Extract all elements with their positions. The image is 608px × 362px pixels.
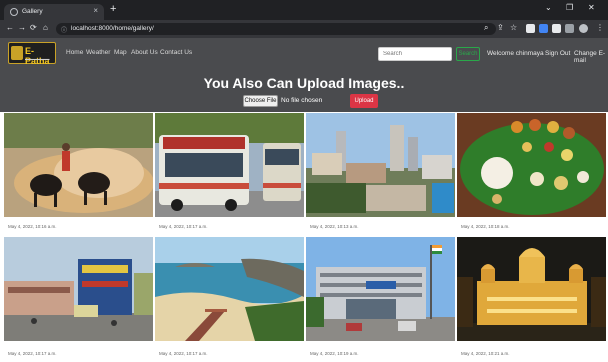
reload-icon[interactable]: ⟳ <box>30 23 37 32</box>
gallery-card[interactable]: May 4, 2022, 10:19 a.m. <box>306 237 455 362</box>
info-icon: ⓘ <box>61 28 68 34</box>
url-field[interactable]: ⓘ localhost:8000/home/gallery/ <box>56 23 496 35</box>
photo-city-skyline[interactable] <box>306 113 455 217</box>
share-icon[interactable]: ⇪ <box>497 23 504 32</box>
tab-close-icon[interactable]: × <box>93 6 98 15</box>
upload-section: You Also Can Upload Images.. Choose File… <box>0 68 608 112</box>
url-text: localhost:8000/home/gallery/ <box>71 25 154 32</box>
photo-bull-race[interactable] <box>4 113 153 217</box>
upload-heading: You Also Can Upload Images.. <box>203 75 405 91</box>
site-navbar: E-Patha ▬▬▬▬▬▬▬ Home Weather Map About U… <box>0 38 608 68</box>
choose-file-button[interactable]: Choose File <box>243 95 278 107</box>
photo-beach-coast[interactable] <box>155 237 304 341</box>
minimize-icon[interactable]: ⌄ <box>545 3 552 12</box>
bookmark-star-icon[interactable]: ☆ <box>510 23 517 32</box>
logo-tagline-mark: ▬▬▬▬▬▬▬ <box>25 57 50 61</box>
logo-icon <box>11 46 23 60</box>
tab-title: Gallery <box>22 8 43 15</box>
nav-link-about[interactable]: About Us <box>131 49 158 56</box>
back-icon[interactable]: ← <box>6 23 14 32</box>
gallery-card[interactable]: May 4, 2022, 10:17 a.m. <box>155 113 304 234</box>
change-email-link[interactable]: Change E-mail <box>574 50 608 64</box>
menu-kebab-icon[interactable]: ⋮ <box>596 23 604 32</box>
extension-icon[interactable] <box>565 24 574 33</box>
nav-link-contact[interactable]: Contact Us <box>160 49 192 56</box>
photo-caption: May 4, 2022, 10:17 a.m. <box>159 224 208 229</box>
gallery-card[interactable]: May 4, 2022, 10:13 a.m. <box>306 113 455 234</box>
gallery-card[interactable]: May 4, 2022, 10:17 a.m. <box>155 237 304 362</box>
photo-palace-night[interactable] <box>457 237 606 341</box>
extension-icon[interactable] <box>552 24 561 33</box>
photo-caption: May 4, 2022, 10:13 a.m. <box>310 224 359 229</box>
photo-caption: May 4, 2022, 10:17 a.m. <box>159 351 208 356</box>
browser-tab[interactable]: Gallery × <box>4 4 104 20</box>
photo-market-street[interactable] <box>4 237 153 341</box>
address-bar: ← → ⟳ ⌂ ⓘ localhost:8000/home/gallery/ ⌕… <box>0 20 608 38</box>
search-button[interactable]: Search <box>456 47 480 61</box>
photo-caption: May 4, 2022, 10:19 a.m. <box>310 351 359 356</box>
nav-link-home[interactable]: Home <box>66 49 83 56</box>
photo-caption: May 4, 2022, 10:21 a.m. <box>461 351 510 356</box>
nav-link-map[interactable]: Map <box>114 49 127 56</box>
upload-button[interactable]: Upload <box>350 94 378 108</box>
brand-logo[interactable]: E-Patha ▬▬▬▬▬▬▬ <box>8 42 56 66</box>
photo-caption: May 4, 2022, 10:18 a.m. <box>461 224 510 229</box>
no-file-label: No file chosen <box>281 97 323 104</box>
forward-icon[interactable]: → <box>18 23 26 32</box>
nav-link-weather[interactable]: Weather <box>86 49 110 56</box>
new-tab-button[interactable]: + <box>110 3 116 15</box>
extension-icon[interactable] <box>526 24 535 33</box>
globe-icon <box>10 8 18 16</box>
search-input[interactable] <box>378 47 452 61</box>
browser-tab-bar: Gallery × + ⌄ ❐ ✕ <box>0 0 608 20</box>
welcome-user: Welcome chinmaya <box>487 50 544 57</box>
gallery-card[interactable]: May 4, 2022, 10:16 a.m. <box>4 113 153 234</box>
gallery-card[interactable]: May 4, 2022, 10:21 a.m. <box>457 237 606 362</box>
brand-name: E-Patha <box>25 46 50 66</box>
photo-caption: May 4, 2022, 10:17 a.m. <box>8 351 57 356</box>
photo-banana-leaf-meal[interactable] <box>457 113 606 217</box>
photo-caption: May 4, 2022, 10:16 a.m. <box>8 224 57 229</box>
profile-avatar-icon[interactable] <box>579 24 588 33</box>
window-close-icon[interactable]: ✕ <box>588 3 595 12</box>
zoom-icon[interactable]: ⌕ <box>484 23 488 33</box>
extension-icon[interactable] <box>539 24 548 33</box>
restore-icon[interactable]: ❐ <box>566 3 573 12</box>
home-icon[interactable]: ⌂ <box>43 23 48 32</box>
photo-railway-station[interactable] <box>306 237 455 341</box>
gallery-card[interactable]: May 4, 2022, 10:17 a.m. <box>4 237 153 362</box>
gallery-card[interactable]: May 4, 2022, 10:18 a.m. <box>457 113 606 234</box>
photo-bus-stand[interactable] <box>155 113 304 217</box>
sign-out-link[interactable]: Sign Out <box>545 50 570 57</box>
